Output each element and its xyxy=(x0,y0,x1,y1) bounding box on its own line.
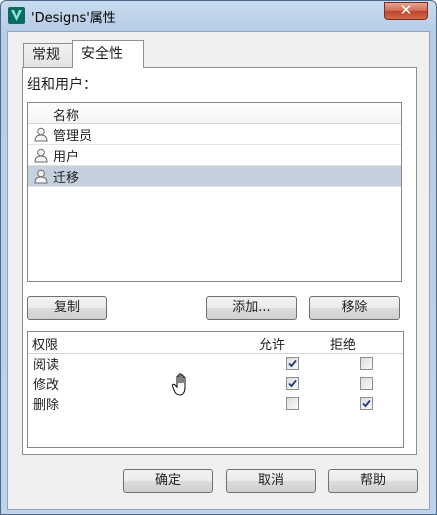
close-button[interactable]: ✕ xyxy=(384,1,428,20)
user-icon xyxy=(34,127,48,142)
header-permission: 权限 xyxy=(32,338,59,353)
app-icon xyxy=(8,7,25,24)
users-listbox[interactable]: 名称 管理员 用户 迁移 xyxy=(27,102,402,282)
dialog-body: 常规 安全性 组和用户： 名称 管理员 用户 迁移 复制 添加... 移除 权限… xyxy=(7,31,430,510)
deny-checkbox[interactable] xyxy=(360,397,373,410)
tab-general[interactable]: 常规 xyxy=(23,43,74,67)
list-item-admin[interactable]: 管理员 xyxy=(28,124,401,145)
permission-name: 修改 xyxy=(33,378,60,393)
permission-row: 删除 xyxy=(28,393,403,413)
copy-button[interactable]: 复制 xyxy=(27,296,107,320)
groups-users-label: 组和用户： xyxy=(27,77,97,93)
user-icon xyxy=(34,169,48,184)
ok-button[interactable]: 确定 xyxy=(123,469,213,493)
header-allow: 允许 xyxy=(259,338,286,353)
window-title: 'Designs'属性 xyxy=(31,11,116,26)
allow-checkbox[interactable] xyxy=(286,397,299,410)
add-button[interactable]: 添加... xyxy=(206,296,297,320)
permissions-table: 权限 允许 拒绝 阅读修改删除 xyxy=(27,331,404,448)
allow-checkbox[interactable] xyxy=(286,377,299,390)
header-deny: 拒绝 xyxy=(330,338,357,353)
tab-security[interactable]: 安全性 xyxy=(72,40,144,68)
cancel-button[interactable]: 取消 xyxy=(226,469,316,493)
security-panel: 组和用户： 名称 管理员 用户 迁移 复制 添加... 移除 权限 允许 拒绝 … xyxy=(22,67,417,455)
remove-button[interactable]: 移除 xyxy=(309,296,400,320)
checkmark-icon xyxy=(362,399,371,408)
list-item-migration[interactable]: 迁移 xyxy=(28,166,401,187)
list-item-users[interactable]: 用户 xyxy=(28,145,401,166)
permission-row: 修改 xyxy=(28,373,403,393)
user-name: 管理员 xyxy=(53,129,93,144)
user-name: 迁移 xyxy=(53,171,80,186)
help-button[interactable]: 帮助 xyxy=(328,469,418,493)
deny-checkbox[interactable] xyxy=(360,377,373,390)
properties-dialog: 'Designs'属性 ✕ 常规 安全性 组和用户： 名称 管理员 用户 迁移 … xyxy=(0,0,437,515)
checkmark-icon xyxy=(288,379,297,388)
allow-checkbox[interactable] xyxy=(286,357,299,370)
permission-name: 阅读 xyxy=(33,358,60,373)
permission-row: 阅读 xyxy=(28,353,403,373)
user-name: 用户 xyxy=(53,150,80,165)
hand-cursor-icon xyxy=(171,373,186,396)
title-bar[interactable]: 'Designs'属性 ✕ xyxy=(1,1,436,31)
list-header[interactable]: 名称 xyxy=(28,103,401,124)
close-icon: ✕ xyxy=(399,1,413,19)
column-header-name: 名称 xyxy=(53,109,80,124)
permissions-header: 权限 允许 拒绝 xyxy=(28,332,403,354)
permission-name: 删除 xyxy=(33,398,60,413)
checkmark-icon xyxy=(288,359,297,368)
user-icon xyxy=(34,148,48,163)
deny-checkbox[interactable] xyxy=(360,357,373,370)
